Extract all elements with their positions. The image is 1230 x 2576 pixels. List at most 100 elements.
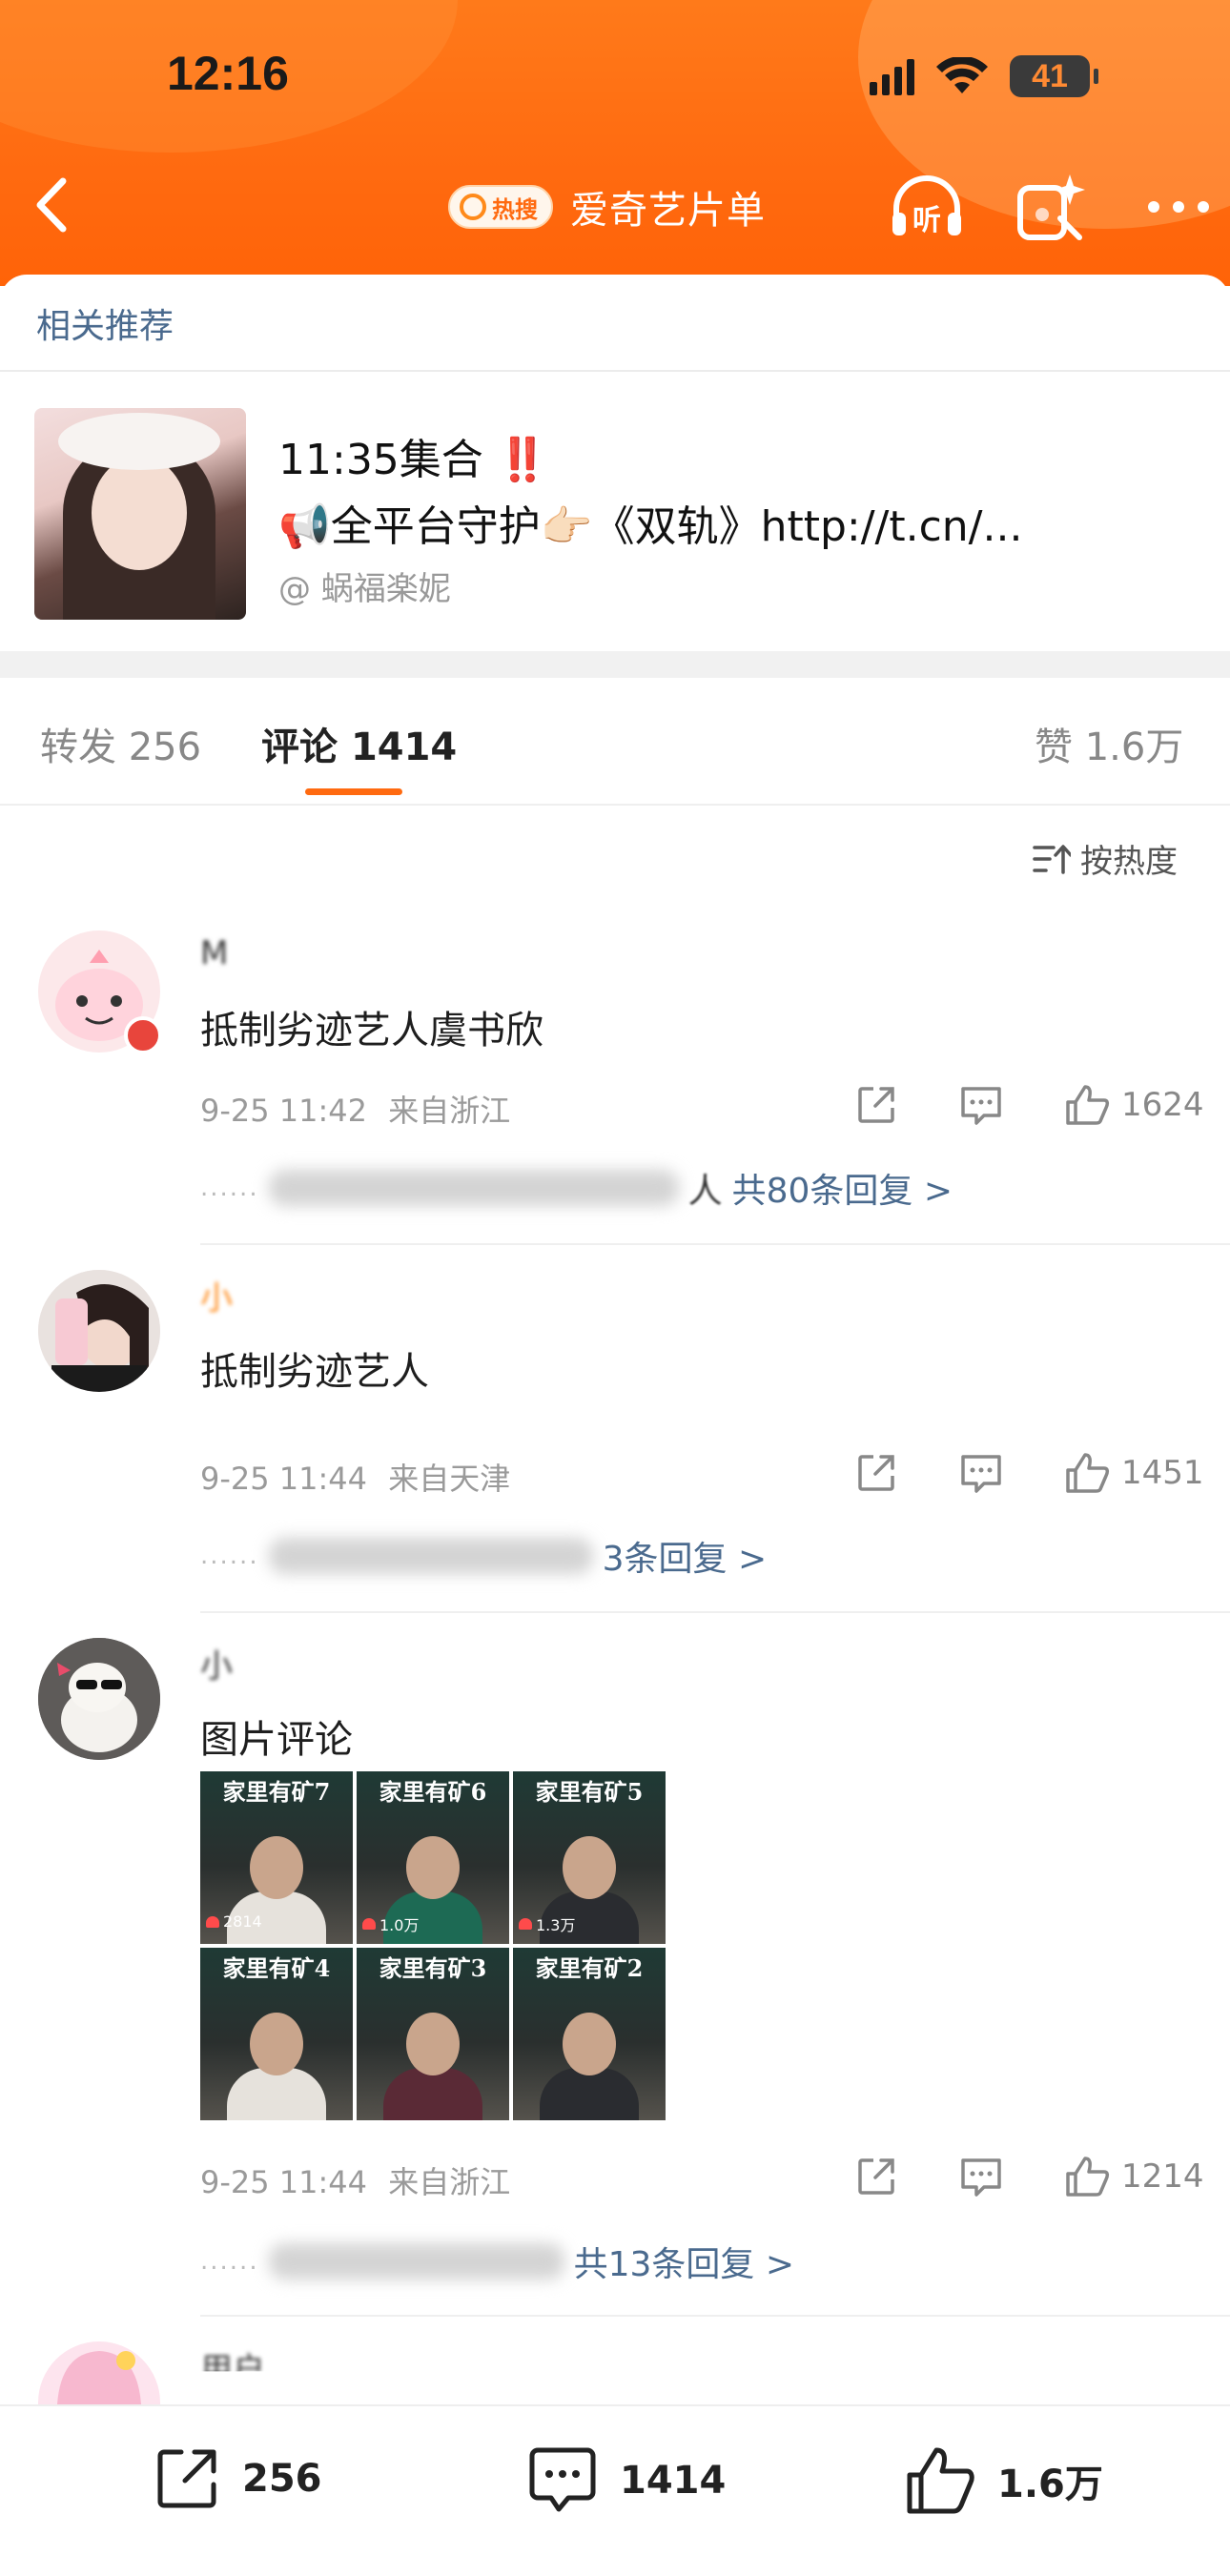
back-arrow-icon[interactable]: [29, 172, 76, 238]
like-count: 1624: [1121, 1086, 1204, 1124]
thumb-up-icon: [1066, 1085, 1110, 1125]
hot-badge-label: 热搜: [492, 195, 538, 223]
battery-icon: 41: [1010, 55, 1098, 97]
bottom-comment-count: 1414: [620, 2459, 727, 2503]
thumb-up-icon: [1066, 2157, 1110, 2197]
tab-comment-label: 评论: [261, 726, 338, 769]
interaction-tabs: 转发 256 评论 1414 赞 1.6万: [0, 678, 1230, 806]
bottom-like-button[interactable]: 1.6万: [904, 2444, 1103, 2517]
comment-meta: 9-25 11:42 来自浙江: [200, 1087, 510, 1131]
tab-comment[interactable]: 评论 1414: [261, 716, 457, 771]
user-name[interactable]: M: [200, 934, 228, 972]
image-title: 家里有矿5: [535, 1778, 644, 1806]
status-icons: 41: [870, 52, 1098, 100]
tab-comment-count: 1414: [350, 726, 458, 769]
reply-preview[interactable]: ...... 共13条回复 >: [200, 2237, 794, 2286]
verified-badge-icon: [124, 1016, 162, 1054]
avatar[interactable]: [38, 1270, 160, 1392]
related-thumbnail[interactable]: [34, 408, 246, 620]
bottom-repost-button[interactable]: 256: [153, 2444, 322, 2513]
comment-text: 抵制劣迹艺人虞书欣: [200, 1009, 543, 1053]
reply-dots: ......: [200, 2247, 259, 2276]
signal-icon: [870, 57, 914, 95]
reply-button[interactable]: [959, 1449, 1064, 1497]
view-count: 1.0万: [362, 1912, 419, 1935]
ai-assistant-button[interactable]: [1013, 167, 1093, 247]
related-title-text: 11:35集合: [278, 436, 483, 484]
share-icon: [858, 1087, 894, 1123]
image-title: 家里有矿4: [222, 1954, 331, 1982]
bottom-comment-button[interactable]: 1414: [526, 2444, 726, 2517]
view-count: 2814: [206, 1912, 262, 1931]
avatar-image: [38, 1270, 160, 1392]
tab-repost[interactable]: 转发 256: [40, 716, 201, 771]
page-title: 爱奇艺片单: [570, 189, 766, 233]
related-title[interactable]: 11:35集合 ‼️: [278, 425, 549, 486]
related-description[interactable]: 📢全平台守护👉🏻《双轨》http://t.cn/...: [278, 492, 1089, 553]
bottom-action-bar: 256 1414 1.6万: [0, 2404, 1230, 2576]
image-tile[interactable]: 家里有矿4: [200, 1948, 353, 2120]
related-author[interactable]: @ 蜗福楽妮: [278, 562, 451, 609]
reply-count-link[interactable]: 共80条回复 >: [732, 1163, 953, 1213]
reply-button[interactable]: [959, 1081, 1064, 1129]
comment-actions: 1451: [854, 1449, 1204, 1497]
user-name[interactable]: 小: [200, 1640, 233, 1687]
share-button[interactable]: [854, 2153, 959, 2200]
image-tile[interactable]: 家里有矿3: [357, 1948, 509, 2120]
comment-bubble-icon: [529, 2447, 596, 2512]
view-count-text: 1.0万: [379, 1916, 420, 1934]
reply-preview[interactable]: ...... 3条回复 >: [200, 1531, 767, 1581]
image-title: 家里有矿2: [535, 1954, 644, 1982]
image-tile[interactable]: 家里有矿6 1.0万: [357, 1771, 509, 1944]
comment-location: 来自浙江: [388, 1093, 511, 1129]
share-button[interactable]: [854, 1449, 959, 1497]
comment-time: 9-25 11:42: [200, 1093, 368, 1129]
comment-meta: 9-25 11:44 来自天津: [200, 1455, 510, 1499]
sort-icon: [1033, 844, 1071, 874]
share-button[interactable]: [854, 1081, 959, 1129]
hot-search-badge[interactable]: 热搜: [448, 185, 553, 229]
comment-actions: 1624: [854, 1081, 1204, 1129]
like-count: 1214: [1121, 2157, 1204, 2196]
related-card[interactable]: 相关推荐 11:35集合 ‼️ 📢全平台守护👉🏻《双轨》http://t.cn/…: [0, 275, 1230, 651]
image-title: 家里有矿7: [222, 1778, 331, 1806]
like-button[interactable]: 1624: [1064, 1083, 1204, 1127]
tab-like-count: 1.6万: [1084, 726, 1184, 769]
avatar[interactable]: [38, 2341, 160, 2404]
reply-prefix: 人: [687, 1172, 723, 1211]
more-button[interactable]: [1138, 167, 1219, 247]
avatar[interactable]: [38, 1638, 160, 1760]
section-gap: [0, 651, 1230, 678]
comment-time: 9-25 11:44: [200, 1461, 368, 1497]
search-icon: [460, 194, 486, 220]
comment-icon: [961, 1087, 1001, 1125]
user-name[interactable]: 用户: [200, 2343, 265, 2371]
image-tile[interactable]: 家里有矿7 2814: [200, 1771, 353, 1944]
thumb-up-icon: [1066, 1453, 1110, 1493]
listen-button[interactable]: 听: [887, 167, 967, 247]
reply-dots: ......: [200, 1542, 259, 1570]
nav-title-group[interactable]: 热搜 爱奇艺片单: [448, 179, 766, 235]
like-count: 1451: [1121, 1454, 1204, 1492]
nav-actions: 听: [887, 167, 1219, 247]
image-tile[interactable]: 家里有矿5 1.3万: [513, 1771, 666, 1944]
reply-count-link[interactable]: 共13条回复 >: [574, 2237, 794, 2286]
like-button[interactable]: 1451: [1064, 1451, 1204, 1495]
view-count: 1.3万: [519, 1912, 575, 1935]
divider: [200, 1243, 1230, 1245]
avatar-image: [57, 2351, 141, 2404]
image-tile[interactable]: 家里有矿2: [513, 1948, 666, 2120]
more-dots-icon: [1148, 201, 1209, 213]
comment-meta: 9-25 11:44 来自浙江: [200, 2158, 510, 2202]
reply-button[interactable]: [959, 2153, 1064, 2200]
user-name[interactable]: 小: [200, 1272, 233, 1319]
comment-text: 图片评论: [200, 1718, 353, 1762]
like-button[interactable]: 1214: [1064, 2155, 1204, 2198]
reply-count-link[interactable]: 3条回复 >: [603, 1531, 768, 1581]
blurred-reply: [268, 1538, 593, 1574]
bottom-like-count: 1.6万: [997, 2463, 1103, 2506]
view-count-text: 1.3万: [536, 1916, 576, 1934]
reply-preview[interactable]: ...... 人 共80条回复 >: [200, 1163, 953, 1213]
sort-button[interactable]: 按热度: [1033, 835, 1178, 882]
tab-like[interactable]: 赞 1.6万: [1035, 716, 1183, 771]
